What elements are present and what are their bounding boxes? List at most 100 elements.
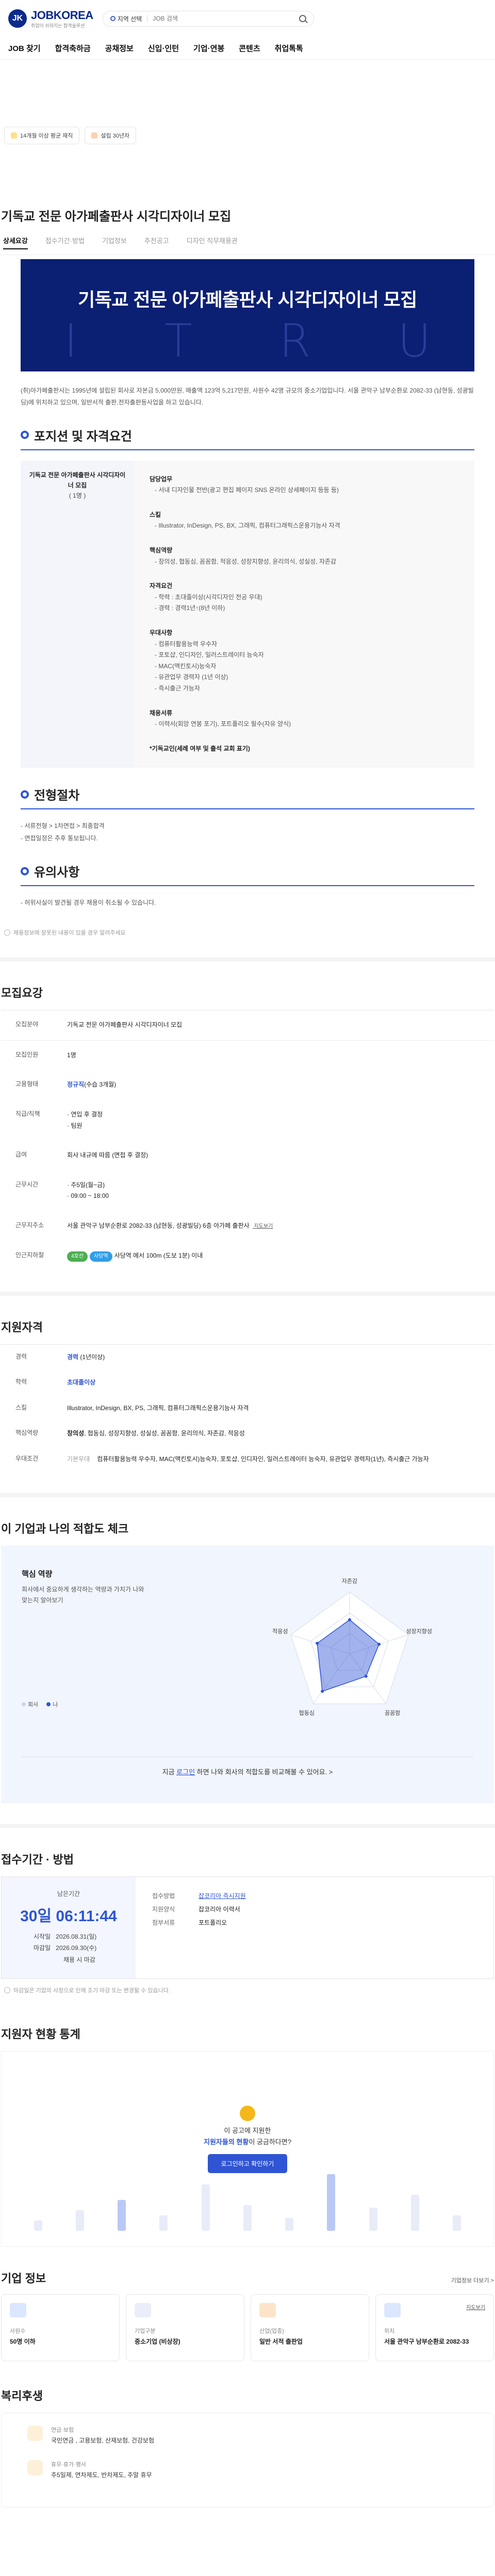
company-intro: (취)아가페출판사는 1995년에 설립된 회사로 자본금 5,000만원, 매… (21, 387, 474, 406)
row-text: 회사 내규에 따름 (면접 후 결정) (67, 1151, 148, 1159)
search-input[interactable] (153, 15, 294, 22)
section-line (21, 885, 474, 887)
company-info-icon (259, 2302, 276, 2317)
section-ring-icon (21, 790, 29, 799)
requirement-note: *기독교인(세례 여부 및 출석 교회 표기) (150, 744, 250, 752)
main-nav: JOB 찾기 합격축하금 공채정보 신입·인턴 기업·연봉 콘텐츠 취업톡톡 (0, 37, 495, 60)
report-note[interactable]: 채용정보에 잘못된 내용이 있을 경우 알려주세요 (4, 928, 491, 937)
map-link[interactable]: 지도보기 (466, 2303, 485, 2311)
section-separator (0, 957, 495, 962)
radar-point (321, 1689, 324, 1693)
tab-apply-period[interactable]: 접수기간·방법 (45, 235, 85, 249)
tab-details[interactable]: 상세요강 (3, 235, 28, 249)
region-label: 지역 선택 (117, 15, 142, 23)
requirement-title: 스킬 (150, 511, 161, 518)
nav-company-salary[interactable]: 기업·연봉 (193, 43, 224, 54)
map-link[interactable]: 지도보기 (253, 1224, 273, 1229)
end-date: 마감일 2026.09.30(수) (34, 1944, 97, 1952)
row-value: Illustrator, InDesign, BX, PS, 그래픽, 컴퓨터그… (67, 1403, 480, 1414)
welfare-item: 휴무·휴가·행사 주5일제, 연차제도, 반차제도, 주말 휴무 (27, 2460, 468, 2479)
company-info-icon (10, 2302, 26, 2317)
radar-axis-label: 적응성 (272, 1628, 288, 1635)
table-row: 모집분야 기독교 전문 아가페출판사 시각디자이너 모집 (1, 1010, 494, 1041)
section-separator (0, 1823, 495, 1828)
row-key: 근무시간 (15, 1180, 39, 1188)
nav-pass-bonus[interactable]: 합격축하금 (55, 43, 91, 54)
row-text: · 09:00 ~ 18:00 (67, 1192, 109, 1200)
login-check-button[interactable]: 로그인하고 확인하기 (207, 2154, 288, 2174)
position-details: 담당업무 - 서내 디자인물 전반(광고 편집 페이지 SNS 온라인 상세페이지… (134, 460, 474, 768)
region-selector[interactable]: 지역 선택 (110, 14, 142, 23)
requirement-line: - 학력 : 초대졸이상(시각디자인 전공 우대) (155, 593, 262, 601)
tab-company-info[interactable]: 기업정보 (102, 235, 127, 249)
requirement-line: - 컴퓨터활용능력 우수자 (155, 640, 218, 648)
row-text: · 팀원 (67, 1122, 82, 1129)
site-logo[interactable]: JK JOBKOREA 취업이 쉬워지는 합격솔루션 (8, 9, 93, 29)
table-row: 고용형태 정규직(수습 3개월) (1, 1070, 494, 1100)
requirement-title: 자격요건 (150, 582, 173, 590)
position-box: 기독교 전문 아가페출판사 시각디자이너 모집 ( 1명 ) 담당업무 - 서내 … (21, 460, 474, 768)
login-link[interactable]: 로그인 (176, 1768, 195, 1776)
requirement-line: - 유관업무 경력자 (1년 이상) (155, 673, 228, 681)
company-info-card: 산업(업종) 일반 서적 출판업 (251, 2294, 369, 2361)
fit-card-desc: 회사에서 중요하게 생각하는 역량과 가치가 나와 맞는지 알아보기 (22, 1585, 144, 1604)
position-heading: 포지션 및 자격요건 (21, 426, 474, 444)
welfare-icon (27, 2460, 43, 2476)
search-icon[interactable] (299, 15, 306, 22)
stats-heading: 지원자 현황 통계 (1, 2027, 80, 2041)
logo-text: JOBKOREA (31, 8, 93, 22)
chip-founded: 설립 30년차 (85, 127, 137, 144)
row-text: 서울 관악구 남부순환로 2082-33 (남현동, 성광빌딩) 6층 아가페 … (67, 1222, 273, 1230)
job-banner: 기독교 전문 아가페출판사 시각디자이너 모집 I T R U (21, 259, 474, 371)
requirement-title: 담당업무 (150, 475, 173, 483)
table-row: 핵심역량 창의성, 협동심, 성장지향성, 성실성, 꼼꼼함, 윤리의식, 자존감… (1, 1421, 494, 1447)
nav-job-search[interactable]: JOB 찾기 (8, 43, 41, 54)
row-key: 근무지주소 (15, 1222, 44, 1229)
nav-contents[interactable]: 콘텐츠 (239, 43, 260, 54)
fit-heading: 이 기업과 나의 적합도 체크 (1, 1522, 129, 1535)
fit-login-prompt: 지금 로그인 하면 나와 회사의 적합도를 비교해볼 수 있어요. > (22, 1756, 473, 1776)
welfare-value: 국민연금 , 고용보험, 산재보험, 건강보험 (51, 2436, 154, 2444)
legend-me: 나 (46, 1700, 58, 1708)
applicant-table: 경력 경력 (1년이상) 학력 초대졸이상 스킬 Illustrator, InDesig… (1, 1344, 494, 1472)
table-row: 스킬 Illustrator, InDesign, BX, PS, 그래픽, 컴퓨… (1, 1396, 494, 1421)
requirement-title: 핵심역량 (150, 546, 173, 554)
nav-entry-intern[interactable]: 신입·인턴 (148, 43, 179, 54)
applicant-heading: 지원자격 (1, 1320, 43, 1334)
row-key: 스킬 (15, 1403, 27, 1411)
radar-axis-label: 꼼꼼함 (385, 1709, 400, 1716)
company-info-icon (135, 2302, 151, 2317)
process-heading: 전형절차 (21, 785, 474, 803)
radar-point (316, 1641, 319, 1645)
countdown-timer: 30일 06:11:44 (20, 1907, 117, 1925)
detail-tabs: 상세요강 접수기간·방법 기업정보 추천공고 디자인 직무채용관 (0, 224, 495, 255)
nav-talk[interactable]: 취업톡톡 (275, 43, 303, 54)
row-text: 컴퓨터활용능력 우수자, MAC(맥킨토시)능숙자, 포토샵, 인디자인, 일러… (97, 1455, 429, 1463)
requirement-line: - 경력 : 경력1년↑(8년 이하) (155, 604, 225, 612)
table-row: 우대조건 기본우대 컴퓨터활용능력 우수자, MAC(맥킨토시)능숙자, 포토샵, … (1, 1447, 494, 1472)
apply-form-row: 지원양식 잡코리아 이력서 (152, 1905, 240, 1913)
subway-badge: 4호선 (67, 1251, 88, 1262)
company-info-more-link[interactable]: 기업정보 더보기 > (451, 2276, 494, 2284)
row-key: 학력 (15, 1378, 27, 1386)
section-ring-icon (21, 431, 29, 439)
welfare-item: 연금·보험 국민연금 , 고용보험, 산재보험, 건강보험 (27, 2425, 468, 2445)
thinking-emoji-icon (240, 2105, 255, 2121)
row-value: 기독교 전문 아가페출판사 시각디자이너 모집 (67, 1020, 480, 1031)
nav-public-recruit[interactable]: 공채정보 (105, 43, 134, 54)
requirement-title: 우대사항 (150, 629, 173, 636)
card-value: 50명 이하 (10, 2337, 36, 2345)
tab-recommended[interactable]: 추천공고 (144, 235, 169, 249)
row-value: 기본우대 컴퓨터활용능력 우수자, MAC(맥킨토시)능숙자, 포토샵, 인디자인… (67, 1454, 480, 1465)
row-text-sub: (1년이상) (78, 1353, 105, 1361)
process-list: - 서류전형 > 1차면접 > 최종합격 - 면접일정은 추후 통보됩니다. (21, 822, 105, 842)
row-value: 경력 (1년이상) (67, 1352, 480, 1363)
card-key: 위치 (384, 2328, 395, 2334)
row-value: 4호선 사당역 사당역 에서 100m (도보 1분) 이내 (67, 1250, 480, 1262)
welfare-text: 휴무·휴가·행사 주5일제, 연차제도, 반차제도, 주말 휴무 (51, 2460, 152, 2479)
caution-heading: 유의사항 (21, 862, 474, 880)
tab-design-jobs[interactable]: 디자인 직무채용관 (187, 235, 238, 249)
row-text-strong: 정규직 (67, 1081, 85, 1089)
quick-apply-link[interactable]: 잡코리아 즉시지원 (199, 1892, 246, 1900)
row-key: 인근지하철 (15, 1251, 44, 1259)
